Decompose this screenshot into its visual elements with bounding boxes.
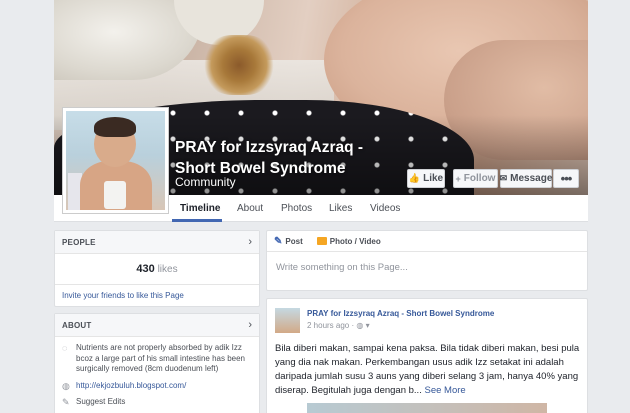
website-link[interactable]: http://ekjozbuluh.blogspot.com/ <box>76 381 186 392</box>
about-description: Nutrients are not properly absorbed by a… <box>76 343 245 373</box>
see-more-link[interactable]: See More <box>424 385 465 396</box>
page-title[interactable]: PRAY for Izzsyraq Azraq - Short Bowel Sy… <box>175 137 395 179</box>
post-image[interactable] <box>307 403 547 413</box>
chevron-right-icon[interactable]: › <box>248 236 252 248</box>
page-category[interactable]: Community <box>175 175 236 189</box>
active-tab-indicator <box>172 219 222 222</box>
post-text: Bila diberi makan, sampai kena paksa. Bi… <box>275 343 580 396</box>
about-box: ABOUT › ◌ Nutrients are not properly abs… <box>54 313 260 413</box>
suggest-edits-link[interactable]: Suggest Edits <box>76 397 125 408</box>
post-composer: ✎ Post Photo / Video Write something on … <box>266 230 588 291</box>
thumbs-up-icon: 👍 <box>408 173 421 183</box>
pencil-icon: ✎ <box>274 235 283 247</box>
likes-word: likes <box>157 264 178 275</box>
edit-icon: ✎ <box>62 397 70 407</box>
plus-icon: + <box>455 173 461 184</box>
message-button[interactable]: ✉ Message <box>500 169 552 188</box>
feed-post: PRAY for Izzsyraq Azraq - Short Bowel Sy… <box>266 298 588 413</box>
post-timestamp[interactable]: 2 hours ago · ◍ ▾ <box>307 321 370 330</box>
people-header[interactable]: PEOPLE <box>62 238 248 247</box>
globe-icon: · ◍ ▾ <box>351 321 370 330</box>
composer-input[interactable]: Write something on this Page... <box>267 252 587 283</box>
info-icon: ◌ <box>62 343 68 353</box>
globe-icon: ◍ <box>62 380 70 391</box>
profile-picture[interactable] <box>62 107 169 214</box>
tab-videos[interactable]: Videos <box>370 203 400 214</box>
likes-count: 430 <box>136 263 155 275</box>
more-options-button[interactable]: ••• <box>553 169 579 188</box>
tab-timeline[interactable]: Timeline <box>180 203 220 214</box>
about-description-row: ◌ Nutrients are not properly absorbed by… <box>55 337 259 375</box>
invite-friends-link[interactable]: Invite your friends to like this Page <box>55 284 259 306</box>
about-website-row: ◍ http://ekjozbuluh.blogspot.com/ <box>55 375 259 392</box>
likes-count-line: 430 likes <box>55 263 259 275</box>
follow-button[interactable]: + Follow <box>453 169 498 188</box>
about-header[interactable]: ABOUT <box>62 321 248 330</box>
post-author-name[interactable]: PRAY for Izzsyraq Azraq - Short Bowel Sy… <box>307 309 494 318</box>
composer-photo-option[interactable]: Photo / Video <box>316 237 381 246</box>
tab-photos[interactable]: Photos <box>281 203 312 214</box>
photo-icon <box>316 237 327 245</box>
like-button[interactable]: 👍 Like <box>407 169 445 188</box>
tab-likes[interactable]: Likes <box>329 203 352 214</box>
people-box: PEOPLE › 430 likes Invite your friends t… <box>54 230 260 307</box>
chevron-right-icon[interactable]: › <box>248 319 252 331</box>
composer-post-option[interactable]: ✎ Post <box>274 236 303 247</box>
tab-about[interactable]: About <box>237 203 263 214</box>
about-next-row: ✎ Suggest Edits <box>55 391 259 408</box>
post-author-avatar[interactable] <box>275 308 300 333</box>
message-icon: ✉ <box>499 173 508 183</box>
